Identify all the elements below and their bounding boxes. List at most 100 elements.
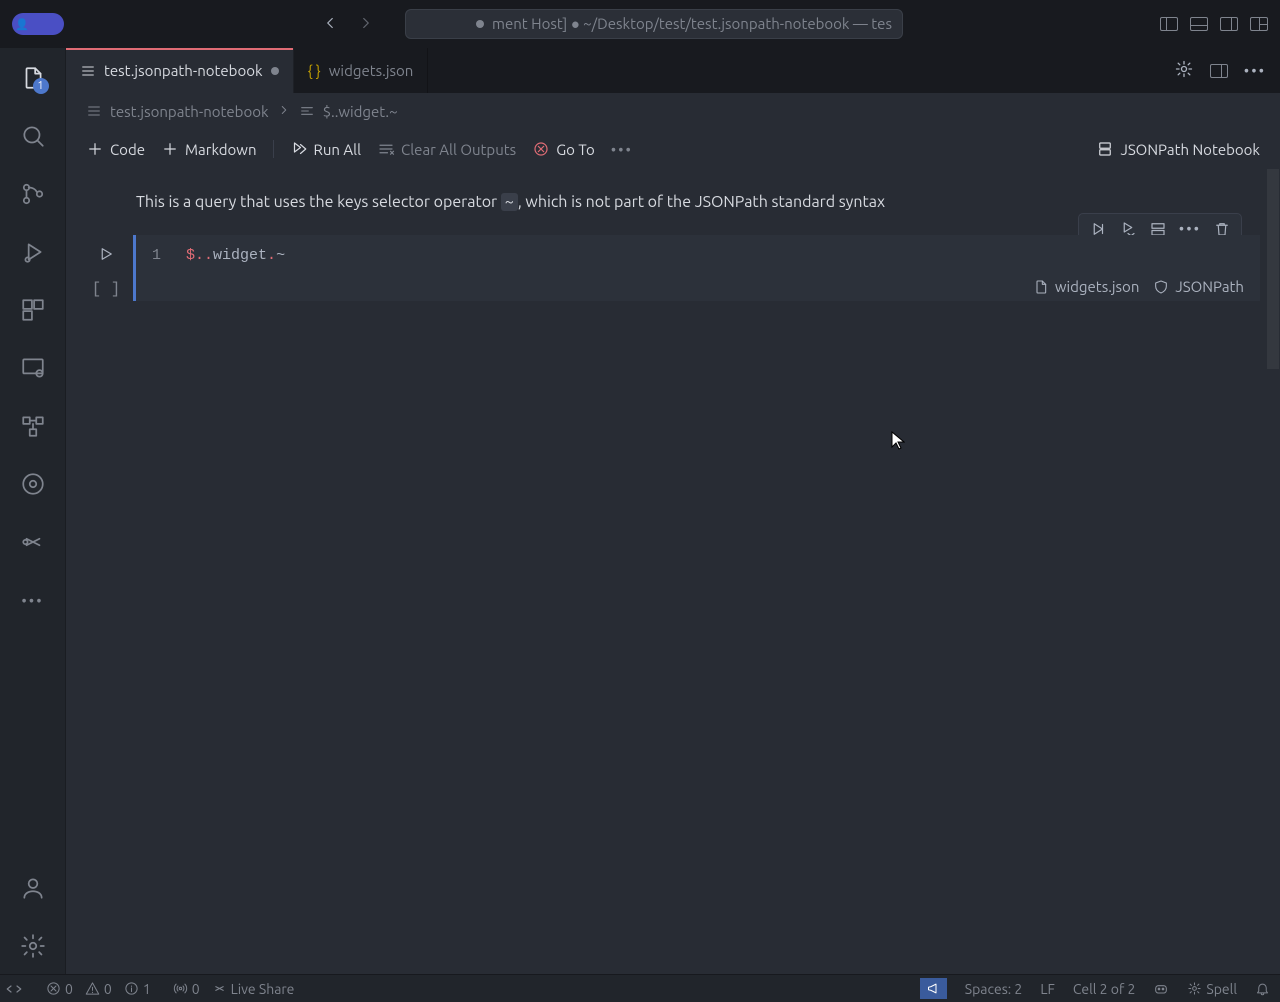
tab-bar: test.jsonpath-notebook { } widgets.json … (66, 48, 1280, 93)
label: Go To (556, 141, 595, 158)
gitlens-icon[interactable] (19, 470, 47, 498)
notifications-button[interactable] (1255, 981, 1270, 996)
label: Live Share (231, 981, 295, 997)
shield-icon (1153, 279, 1169, 295)
markdown-operator-badge: ~ (501, 193, 518, 211)
toolbar-more-button[interactable]: ••• (611, 141, 633, 158)
cell-context-file[interactable]: widgets.json (1033, 278, 1140, 295)
language-label: JSONPath (1175, 278, 1244, 295)
code-cell-wrap: [ ] ••• 1 $..widget.~ (76, 235, 1270, 301)
editor-more-button[interactable]: ••• (1244, 62, 1266, 79)
indentation-button[interactable]: Spaces: 2 (965, 981, 1023, 997)
breadcrumb-symbol[interactable]: $..widget.~ (323, 103, 398, 120)
more-icon[interactable]: ••• (19, 586, 47, 614)
execution-count: [ ] (92, 280, 121, 298)
plus-icon (86, 140, 104, 158)
add-code-cell-button[interactable]: Code (86, 140, 145, 158)
explorer-icon[interactable]: 1 (19, 64, 47, 92)
nav-forward-button[interactable] (357, 14, 375, 35)
code-editor[interactable]: 1 $..widget.~ (136, 235, 1260, 272)
search-icon[interactable] (19, 122, 47, 150)
extensions-icon[interactable] (19, 296, 47, 324)
toggle-primary-sidebar-button[interactable] (1160, 17, 1178, 31)
command-center[interactable]: ment Host] ● ~/Desktop/test/test.jsonpat… (405, 9, 903, 39)
count: 1 (143, 981, 151, 997)
split-editor-button[interactable] (1210, 64, 1228, 78)
problems-errors[interactable]: 0 (46, 981, 73, 997)
count: 0 (104, 981, 112, 997)
tab-dirty-dot-icon (271, 67, 279, 75)
toggle-panel-button[interactable] (1190, 17, 1208, 31)
run-all-button[interactable]: Run All (290, 140, 362, 158)
notebook-body: This is a query that uses the keys selec… (66, 169, 1280, 974)
dirty-dot-icon (476, 20, 484, 28)
file-icon (1033, 279, 1049, 295)
breadcrumb-file[interactable]: test.jsonpath-notebook (110, 103, 269, 120)
code-line: $..widget.~ (186, 247, 285, 264)
problems-warnings[interactable]: 0 (85, 981, 112, 997)
mouse-cursor-icon (891, 431, 905, 451)
kernel-picker-button[interactable]: JSONPath Notebook (1096, 140, 1260, 158)
nav-back-button[interactable] (321, 14, 339, 35)
live-share-icon[interactable] (19, 528, 47, 556)
label: Cell 2 of 2 (1073, 981, 1136, 997)
source-control-icon[interactable] (19, 180, 47, 208)
remote-explorer-icon[interactable] (19, 354, 47, 382)
gear-icon (1187, 981, 1202, 996)
run-cell-button[interactable] (97, 245, 115, 266)
title-bar: 👤 ment Host] ● ~/Desktop/test/test.jsonp… (0, 0, 1280, 48)
breadcrumb[interactable]: test.jsonpath-notebook $..widget.~ (66, 93, 1280, 129)
editor-settings-gear-icon[interactable] (1174, 59, 1194, 82)
remote-pill-icon: 👤 (15, 18, 29, 31)
accounts-icon[interactable] (19, 874, 47, 902)
error-icon (46, 981, 61, 996)
goto-button[interactable]: Go To (532, 140, 595, 158)
tab-widgets-json[interactable]: { } widgets.json (294, 48, 429, 93)
plus-icon (161, 140, 179, 158)
count: 0 (192, 981, 200, 997)
cell-position[interactable]: Cell 2 of 2 (1073, 981, 1136, 997)
info-icon (124, 981, 139, 996)
server-icon (1096, 140, 1114, 158)
graph-icon[interactable] (19, 412, 47, 440)
customize-layout-button[interactable] (1250, 17, 1268, 31)
label: Code (110, 141, 145, 158)
label: JSONPath Notebook (1120, 141, 1260, 158)
toggle-secondary-sidebar-button[interactable] (1220, 17, 1238, 31)
label: Clear All Outputs (401, 141, 516, 158)
live-share-button[interactable]: Live Share (212, 981, 295, 997)
json-file-icon: { } (308, 62, 321, 79)
explorer-badge: 1 (33, 78, 49, 94)
remote-pill[interactable]: 👤 (12, 13, 64, 35)
copilot-button[interactable] (1153, 981, 1169, 997)
remote-indicator[interactable] (0, 975, 28, 1002)
code-cell[interactable]: ••• 1 $..widget.~ widgets.json (136, 235, 1270, 301)
label: LF (1040, 981, 1055, 997)
clear-outputs-button[interactable]: Clear All Outputs (377, 140, 516, 158)
spell-button[interactable]: Spell (1187, 981, 1237, 997)
problems-info[interactable]: 1 (124, 981, 151, 997)
label: Run All (314, 141, 362, 158)
tab-label: widgets.json (329, 62, 414, 79)
markdown-text-before: This is a query that uses the keys selec… (136, 193, 501, 211)
line-number: 1 (152, 247, 161, 264)
command-center-text: ment Host] ● ~/Desktop/test/test.jsonpat… (492, 15, 892, 33)
add-markdown-cell-button[interactable]: Markdown (161, 140, 257, 158)
symbol-icon (299, 103, 315, 119)
cell-language[interactable]: JSONPath (1153, 278, 1244, 295)
label: Spaces: 2 (965, 981, 1023, 997)
settings-gear-icon[interactable] (19, 932, 47, 960)
feedback-button[interactable] (920, 978, 947, 999)
tab-jsonpath-notebook[interactable]: test.jsonpath-notebook (66, 48, 294, 93)
status-bar: 0 0 1 0 Live Share Spaces: 2 LF Cell 2 o… (0, 974, 1280, 1002)
run-all-icon (290, 140, 308, 158)
eol-button[interactable]: LF (1040, 981, 1055, 997)
cell-status-bar: widgets.json JSONPath (136, 272, 1260, 301)
warning-icon (85, 981, 100, 996)
markdown-text-after: , which is not part of the JSONPath stan… (518, 193, 885, 211)
label: Spell (1206, 981, 1237, 997)
ports[interactable]: 0 (173, 981, 200, 997)
bell-icon (1255, 981, 1270, 996)
run-debug-icon[interactable] (19, 238, 47, 266)
goto-error-icon (532, 140, 550, 158)
